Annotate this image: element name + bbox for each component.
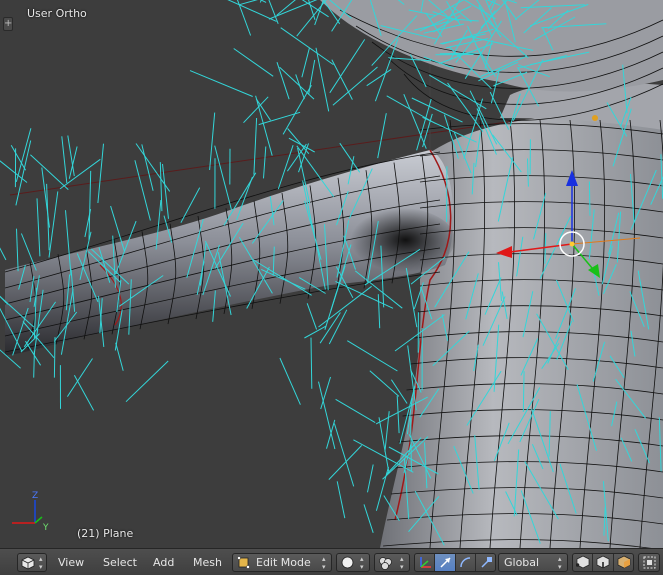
edge-select-button[interactable] [593, 554, 614, 571]
occlude-geometry-icon [643, 556, 656, 569]
vertex-select-button[interactable] [573, 554, 593, 571]
scale-icon [481, 557, 492, 568]
3d-viewport[interactable]: Z Y User Ortho + (21) Plane [0, 0, 663, 548]
pivot-point-icon [379, 557, 392, 570]
cube-icon [21, 556, 35, 570]
mode-label: Edit Mode [256, 556, 311, 569]
menu-select[interactable]: Select [103, 556, 137, 569]
editor-type-button[interactable]: ▴ ▾ [17, 553, 47, 572]
mode-select[interactable]: Edit Mode ▴ ▾ [232, 553, 332, 572]
vertex-select-icon [576, 555, 590, 569]
orientation-label: Global [504, 556, 540, 569]
active-object-label: (21) Plane [77, 527, 134, 540]
viewport-header: ▴ ▾ View Select Add Mesh Edit Mode ▴ ▾ ▴ ▾ … [0, 548, 663, 575]
svg-text:Z: Z [32, 491, 38, 501]
sphere-shading-icon [341, 556, 354, 569]
face-select-button[interactable] [614, 554, 633, 571]
view-name: User Ortho [27, 7, 87, 20]
scale-button[interactable] [476, 554, 495, 571]
viewport-scene: Z Y [0, 0, 663, 548]
occlude-geometry-toggle[interactable] [638, 553, 660, 572]
select-mode-group [572, 553, 634, 572]
edge-select-icon [596, 555, 610, 569]
toolshelf-toggle-button[interactable]: + [3, 17, 13, 31]
translate-button[interactable] [435, 554, 456, 571]
edit-mode-icon [237, 556, 250, 569]
transform-orientation-select[interactable]: Global ▴ ▾ [498, 553, 568, 572]
viewport-shading-select[interactable]: ▴ ▾ [336, 553, 370, 572]
menu-add[interactable]: Add [153, 556, 174, 569]
svg-text:Y: Y [42, 523, 49, 533]
translate-icon [440, 557, 451, 568]
pivot-point-select[interactable]: ▴ ▾ [374, 553, 410, 572]
manipulator-toggle-button[interactable] [415, 554, 435, 571]
rotate-button[interactable] [456, 554, 476, 571]
menu-view[interactable]: View [58, 556, 84, 569]
manipulator-group [414, 553, 496, 572]
face-select-icon [617, 555, 631, 569]
rotate-icon [460, 557, 471, 568]
manipulator-toggle-icon [420, 557, 431, 568]
menu-mesh[interactable]: Mesh [193, 556, 222, 569]
